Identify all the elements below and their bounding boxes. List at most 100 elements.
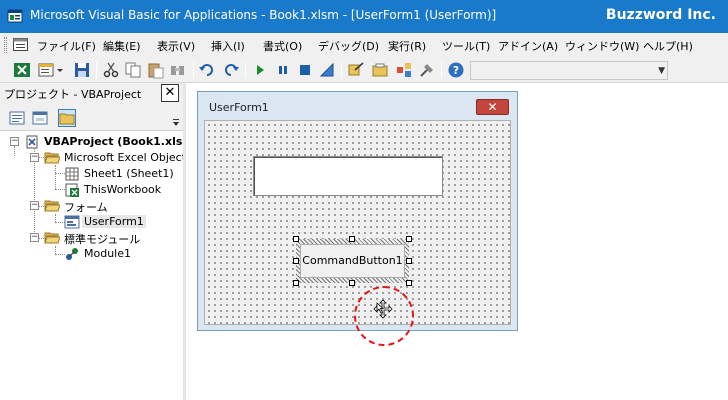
menu-view[interactable]: 表示(V) (157, 38, 195, 54)
menu-tools[interactable]: ツール(T) (442, 38, 490, 54)
resize-handle-se[interactable] (406, 280, 412, 286)
paste-icon[interactable] (147, 61, 165, 79)
window-titlebar: Microsoft Visual Basic for Applications … (0, 0, 728, 33)
tree-node-thisworkbook[interactable]: ThisWorkbook (0, 182, 183, 198)
stop-icon[interactable] (296, 61, 314, 79)
worksheet-icon (65, 167, 79, 181)
collapse-icon[interactable]: − (30, 153, 39, 162)
close-icon[interactable]: ✕ (476, 99, 509, 115)
tree-label-sheet1: Sheet1 (Sheet1) (84, 167, 174, 180)
chevron-down-icon[interactable]: ▼ (658, 66, 665, 76)
window-title: Microsoft Visual Basic for Applications … (30, 8, 497, 22)
tree-node-modules[interactable]: − 標準モジュール (0, 230, 183, 246)
tree-node-sheet1[interactable]: Sheet1 (Sheet1) (0, 166, 183, 182)
vba-project-icon (26, 135, 38, 149)
project-explorer-title: プロジェクト - VBAProject (4, 88, 142, 101)
toolbar-separator (341, 62, 342, 78)
properties-window-icon[interactable] (371, 61, 389, 79)
vba-menu-icon[interactable] (13, 37, 28, 52)
tree-node-userform1[interactable]: UserForm1 (0, 214, 183, 230)
toolbar-separator (245, 62, 246, 78)
toolbar-separator (193, 62, 194, 78)
toggle-folders-icon[interactable] (58, 109, 76, 127)
resize-handle-e[interactable] (406, 258, 412, 264)
standard-toolbar: ? ▼ (0, 57, 728, 83)
tree-label-forms: フォーム (64, 201, 108, 214)
tree-label-excel-objects: Microsoft Excel Object (64, 151, 183, 164)
tree-node-module1[interactable]: Module1 (0, 246, 183, 262)
menu-help[interactable]: ヘルプ(H) (643, 38, 693, 54)
resize-handle-nw[interactable] (293, 236, 299, 242)
toolbox-icon[interactable] (418, 61, 436, 79)
resize-handle-sw[interactable] (293, 280, 299, 286)
object-browser-icon[interactable] (395, 61, 413, 79)
menu-format[interactable]: 書式(O) (263, 38, 302, 54)
project-explorer-icon[interactable] (347, 61, 365, 79)
menu-edit[interactable]: 編集(E) (103, 38, 141, 54)
help-icon[interactable]: ? (447, 61, 465, 79)
userform-canvas[interactable]: CommandButton1 (204, 120, 511, 346)
userform-window: UserForm1 ✕ CommandButton1 (197, 91, 518, 346)
resize-handle-ne[interactable] (406, 236, 412, 242)
tree-label-module1: Module1 (84, 247, 131, 260)
tree-label-thisworkbook: ThisWorkbook (84, 183, 162, 196)
undo-icon[interactable] (198, 61, 216, 79)
folder-open-icon (44, 200, 60, 212)
brand-label: Buzzword Inc. (605, 7, 716, 23)
userform-titlebar[interactable]: UserForm1 ✕ (198, 92, 517, 118)
collapse-icon[interactable]: − (30, 201, 39, 210)
collapse-icon[interactable]: − (30, 233, 39, 242)
move-cursor-icon (373, 299, 393, 319)
menu-run[interactable]: 実行(R) (388, 38, 426, 54)
menubar-grip[interactable] (4, 37, 7, 53)
view-code-icon[interactable] (8, 109, 26, 127)
tree-label-modules: 標準モジュール (64, 233, 141, 246)
excel-view-icon[interactable] (13, 61, 31, 79)
redo-icon[interactable] (222, 61, 240, 79)
cut-icon[interactable] (102, 61, 120, 79)
command-button-control[interactable]: CommandButton1 (300, 244, 405, 278)
folder-open-icon (44, 232, 60, 244)
form-designer: UserForm1 ✕ CommandButton1 (189, 83, 728, 400)
textbox-control[interactable] (253, 156, 443, 196)
chevron-down-icon[interactable] (56, 61, 64, 79)
menu-debug[interactable]: デバッグ(D) (318, 38, 379, 54)
tree-node-forms[interactable]: − フォーム (0, 198, 183, 214)
collapse-icon[interactable]: − (10, 137, 19, 146)
menu-window[interactable]: ウィンドウ(W) (565, 38, 639, 54)
menu-addins[interactable]: アドイン(A) (498, 38, 558, 54)
resize-handle-s[interactable] (349, 280, 355, 286)
project-explorer-header: プロジェクト - VBAProject ✕ (0, 83, 183, 103)
toolbar-grip-icon[interactable] (172, 106, 180, 128)
vba-app-icon (7, 9, 23, 23)
menu-insert[interactable]: 挿入(I) (211, 38, 245, 54)
pause-icon[interactable] (274, 61, 292, 79)
tree-label-project: VBAProject (Book1.xls (44, 135, 183, 148)
project-explorer-toolbar (0, 103, 183, 131)
copy-icon[interactable] (124, 61, 142, 79)
project-explorer: プロジェクト - VBAProject ✕ − VBAProject (Book… (0, 83, 186, 400)
menu-bar: ファイル(F) 編集(E) 表示(V) 挿入(I) 書式(O) デバッグ(D) … (0, 33, 728, 57)
tree-node-project[interactable]: − VBAProject (Book1.xls (0, 134, 183, 150)
resize-handle-w[interactable] (293, 258, 299, 264)
resize-handle-n[interactable] (349, 236, 355, 242)
position-display: ▼ (470, 61, 668, 80)
close-icon[interactable]: ✕ (161, 84, 179, 102)
userform-icon (64, 215, 80, 229)
workbook-icon (65, 183, 79, 197)
folder-open-icon (44, 152, 60, 164)
menu-file[interactable]: ファイル(F) (37, 38, 96, 54)
run-icon[interactable] (251, 61, 269, 79)
svg-text:?: ? (453, 64, 459, 77)
find-icon[interactable] (169, 61, 187, 79)
toolbar-separator (96, 62, 97, 78)
design-mode-icon[interactable] (318, 61, 336, 79)
tree-node-excel-objects[interactable]: − Microsoft Excel Object (0, 150, 183, 166)
toolbar-separator (441, 62, 442, 78)
userform-title: UserForm1 (209, 101, 269, 114)
module-icon (66, 248, 78, 260)
tree-label-userform1: UserForm1 (82, 215, 146, 228)
view-object-icon[interactable] (31, 109, 49, 127)
save-icon[interactable] (73, 61, 91, 79)
insert-userform-icon[interactable] (37, 61, 55, 79)
